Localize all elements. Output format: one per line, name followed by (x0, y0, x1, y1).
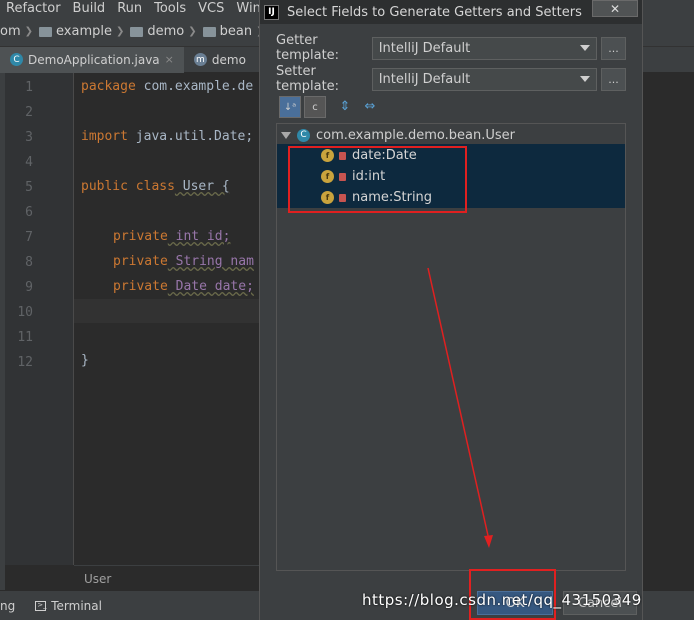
annotation-arrow (427, 267, 493, 548)
watermark: https://blog.csdn.net/qq_43150349 (362, 591, 642, 609)
